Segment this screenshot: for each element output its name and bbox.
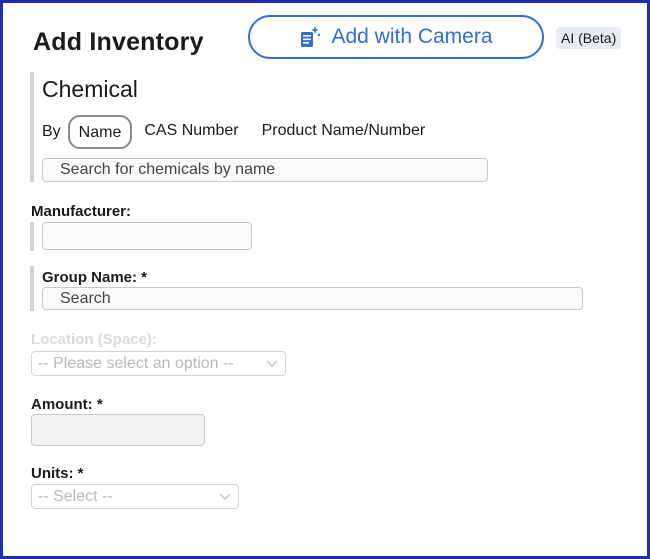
add-with-camera-label: Add with Camera — [331, 25, 493, 48]
search-by-tabs: By Name CAS Number Product Name/Number — [42, 114, 434, 150]
units-selected-value: -- Select -- — [38, 487, 113, 505]
group-name-label: Group Name: * — [42, 269, 148, 286]
amount-field[interactable] — [31, 414, 205, 446]
location-select[interactable]: -- Please select an option -- — [31, 351, 286, 376]
chemical-section-title: Chemical — [42, 76, 138, 102]
units-label: Units: * — [31, 465, 84, 482]
units-select[interactable]: -- Select -- — [31, 484, 239, 509]
chevron-down-icon — [266, 355, 278, 373]
chemical-search-input[interactable]: Search for chemicals by name — [42, 158, 488, 182]
ai-beta-badge: AI (Beta) — [556, 27, 622, 49]
tab-cas-number[interactable]: CAS Number — [135, 115, 247, 149]
chemical-section-bar — [30, 72, 34, 182]
page-title: Add Inventory — [33, 28, 204, 56]
tab-product-name-number[interactable]: Product Name/Number — [253, 115, 435, 149]
group-name-search-input[interactable]: Search — [42, 287, 583, 310]
chevron-down-icon — [219, 488, 231, 506]
group-name-bar — [30, 266, 34, 311]
search-by-label: By — [42, 123, 61, 140]
manufacturer-label: Manufacturer: — [31, 203, 132, 220]
manufacturer-bar — [30, 222, 34, 251]
manufacturer-field[interactable] — [42, 222, 252, 250]
tab-name[interactable]: Name — [67, 115, 133, 149]
camera-scan-icon — [299, 25, 321, 49]
chemical-search-placeholder: Search for chemicals by name — [60, 161, 276, 178]
location-label: Location (Space): — [31, 331, 157, 348]
amount-label: Amount: * — [31, 396, 103, 413]
add-with-camera-button[interactable]: Add with Camera — [248, 15, 544, 59]
location-selected-value: -- Please select an option -- — [38, 354, 234, 372]
group-name-placeholder: Search — [60, 289, 111, 307]
